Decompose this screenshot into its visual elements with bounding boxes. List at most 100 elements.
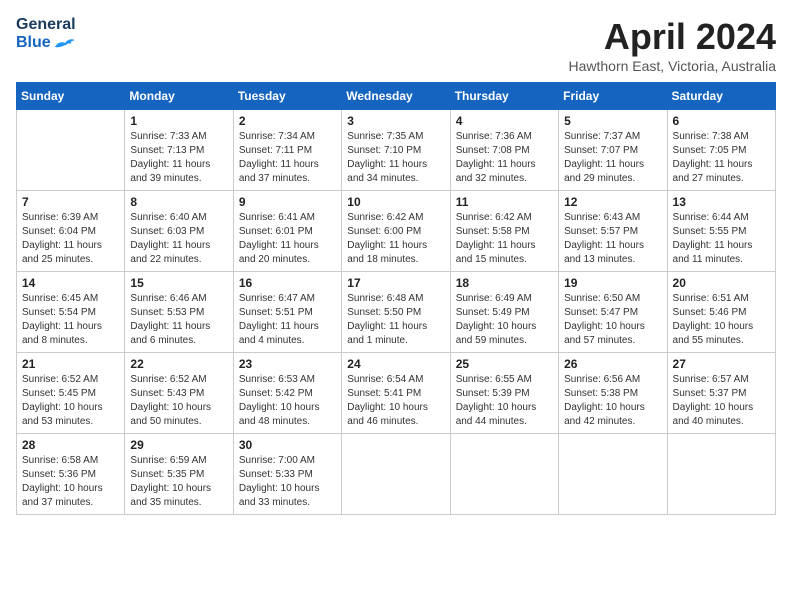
location-text: Hawthorn East, Victoria, Australia <box>568 58 776 74</box>
day-number: 5 <box>564 114 661 128</box>
page-header: General Blue April 2024 Hawthorn East, V… <box>16 16 776 74</box>
day-info: Sunrise: 6:55 AM Sunset: 5:39 PM Dayligh… <box>456 373 553 429</box>
day-number: 11 <box>456 195 553 209</box>
calendar-cell: 21 Sunrise: 6:52 AM Sunset: 5:45 PM Dayli… <box>17 353 125 434</box>
calendar-cell: 30 Sunrise: 7:00 AM Sunset: 5:33 PM Dayli… <box>233 434 341 515</box>
day-info: Sunrise: 7:00 AM Sunset: 5:33 PM Dayligh… <box>239 454 336 510</box>
day-info: Sunrise: 6:42 AM Sunset: 6:00 PM Dayligh… <box>347 211 444 267</box>
calendar-week-3: 14Sunrise: 6:45 AM Sunset: 5:54 PM Dayli… <box>17 272 776 353</box>
day-number: 25 <box>456 357 553 371</box>
day-number: 21 <box>22 357 119 371</box>
day-number: 18 <box>456 276 553 290</box>
calendar-cell: 24 Sunrise: 6:54 AM Sunset: 5:41 PM Dayli… <box>342 353 450 434</box>
calendar-cell: 2 Sunrise: 7:34 AM Sunset: 7:11 PM Daylig… <box>233 110 341 191</box>
day-info: Sunrise: 6:41 AM Sunset: 6:01 PM Dayligh… <box>239 211 336 267</box>
day-number: 1 <box>130 114 227 128</box>
logo-bird-icon <box>53 37 75 51</box>
calendar-cell: 8 Sunrise: 6:40 AM Sunset: 6:03 PM Daylig… <box>125 191 233 272</box>
day-number: 29 <box>130 438 227 452</box>
calendar-cell: 19 Sunrise: 6:50 AM Sunset: 5:47 PM Dayli… <box>559 272 667 353</box>
day-info: Sunrise: 7:33 AM Sunset: 7:13 PM Dayligh… <box>130 130 227 186</box>
day-info: Sunrise: 6:49 AM Sunset: 5:49 PM Dayligh… <box>456 292 553 348</box>
day-info: Sunrise: 6:57 AM Sunset: 5:37 PM Dayligh… <box>673 373 770 429</box>
day-number: 22 <box>130 357 227 371</box>
day-info: Sunrise: 7:35 AM Sunset: 7:10 PM Dayligh… <box>347 130 444 186</box>
day-number: 24 <box>347 357 444 371</box>
day-number: 8 <box>130 195 227 209</box>
day-info: Sunrise: 6:42 AM Sunset: 5:58 PM Dayligh… <box>456 211 553 267</box>
day-number: 6 <box>673 114 770 128</box>
day-info: Sunrise: 6:48 AM Sunset: 5:50 PM Dayligh… <box>347 292 444 348</box>
calendar-cell <box>450 434 558 515</box>
calendar-cell: 1 Sunrise: 7:33 AM Sunset: 7:13 PM Daylig… <box>125 110 233 191</box>
calendar-cell: 25 Sunrise: 6:55 AM Sunset: 5:39 PM Dayli… <box>450 353 558 434</box>
calendar-cell: 29 Sunrise: 6:59 AM Sunset: 5:35 PM Dayli… <box>125 434 233 515</box>
day-number: 19 <box>564 276 661 290</box>
weekday-header-tuesday: Tuesday <box>233 83 341 110</box>
calendar-cell <box>667 434 775 515</box>
calendar-cell: 22 Sunrise: 6:52 AM Sunset: 5:43 PM Dayli… <box>125 353 233 434</box>
day-info: Sunrise: 6:52 AM Sunset: 5:43 PM Dayligh… <box>130 373 227 429</box>
day-info: Sunrise: 6:51 AM Sunset: 5:46 PM Dayligh… <box>673 292 770 348</box>
day-info: Sunrise: 6:59 AM Sunset: 5:35 PM Dayligh… <box>130 454 227 510</box>
day-info: Sunrise: 6:45 AM Sunset: 5:54 PM Dayligh… <box>22 292 119 348</box>
day-info: Sunrise: 6:39 AM Sunset: 6:04 PM Dayligh… <box>22 211 119 267</box>
day-number: 3 <box>347 114 444 128</box>
calendar-table: SundayMondayTuesdayWednesdayThursdayFrid… <box>16 82 776 515</box>
calendar-cell: 13 Sunrise: 6:44 AM Sunset: 5:55 PM Dayli… <box>667 191 775 272</box>
weekday-header-thursday: Thursday <box>450 83 558 110</box>
day-info: Sunrise: 6:44 AM Sunset: 5:55 PM Dayligh… <box>673 211 770 267</box>
calendar-cell: 23Sunrise: 6:53 AM Sunset: 5:42 PM Dayli… <box>233 353 341 434</box>
calendar-cell: 28 Sunrise: 6:58 AM Sunset: 5:36 PM Dayli… <box>17 434 125 515</box>
calendar-cell: 17 Sunrise: 6:48 AM Sunset: 5:50 PM Dayli… <box>342 272 450 353</box>
day-number: 17 <box>347 276 444 290</box>
day-info: Sunrise: 6:52 AM Sunset: 5:45 PM Dayligh… <box>22 373 119 429</box>
calendar-cell: 7 Sunrise: 6:39 AM Sunset: 6:04 PM Daylig… <box>17 191 125 272</box>
day-number: 16 <box>239 276 336 290</box>
weekday-header-wednesday: Wednesday <box>342 83 450 110</box>
calendar-cell: 12 Sunrise: 6:43 AM Sunset: 5:57 PM Dayli… <box>559 191 667 272</box>
calendar-week-5: 28 Sunrise: 6:58 AM Sunset: 5:36 PM Dayli… <box>17 434 776 515</box>
day-number: 7 <box>22 195 119 209</box>
day-number: 26 <box>564 357 661 371</box>
day-info: Sunrise: 7:37 AM Sunset: 7:07 PM Dayligh… <box>564 130 661 186</box>
day-info: Sunrise: 7:34 AM Sunset: 7:11 PM Dayligh… <box>239 130 336 186</box>
day-info: Sunrise: 6:43 AM Sunset: 5:57 PM Dayligh… <box>564 211 661 267</box>
day-info: Sunrise: 6:40 AM Sunset: 6:03 PM Dayligh… <box>130 211 227 267</box>
calendar-cell: 9Sunrise: 6:41 AM Sunset: 6:01 PM Daylig… <box>233 191 341 272</box>
calendar-cell: 11 Sunrise: 6:42 AM Sunset: 5:58 PM Dayli… <box>450 191 558 272</box>
calendar-cell <box>559 434 667 515</box>
day-number: 13 <box>673 195 770 209</box>
logo-text: General Blue <box>16 16 76 52</box>
day-info: Sunrise: 7:36 AM Sunset: 7:08 PM Dayligh… <box>456 130 553 186</box>
day-info: Sunrise: 7:38 AM Sunset: 7:05 PM Dayligh… <box>673 130 770 186</box>
calendar-cell: 18 Sunrise: 6:49 AM Sunset: 5:49 PM Dayli… <box>450 272 558 353</box>
day-info: Sunrise: 6:58 AM Sunset: 5:36 PM Dayligh… <box>22 454 119 510</box>
calendar-cell <box>17 110 125 191</box>
day-number: 12 <box>564 195 661 209</box>
logo-general: General <box>16 16 76 34</box>
day-number: 23 <box>239 357 336 371</box>
calendar-cell: 5 Sunrise: 7:37 AM Sunset: 7:07 PM Daylig… <box>559 110 667 191</box>
day-info: Sunrise: 6:50 AM Sunset: 5:47 PM Dayligh… <box>564 292 661 348</box>
day-info: Sunrise: 6:47 AM Sunset: 5:51 PM Dayligh… <box>239 292 336 348</box>
day-number: 10 <box>347 195 444 209</box>
calendar-cell: 3 Sunrise: 7:35 AM Sunset: 7:10 PM Daylig… <box>342 110 450 191</box>
calendar-week-4: 21 Sunrise: 6:52 AM Sunset: 5:45 PM Dayli… <box>17 353 776 434</box>
day-number: 2 <box>239 114 336 128</box>
day-number: 4 <box>456 114 553 128</box>
calendar-cell: 4 Sunrise: 7:36 AM Sunset: 7:08 PM Daylig… <box>450 110 558 191</box>
weekday-header-sunday: Sunday <box>17 83 125 110</box>
day-number: 28 <box>22 438 119 452</box>
logo-blue: Blue <box>16 34 51 52</box>
month-title: April 2024 <box>568 16 776 58</box>
calendar-cell: 6 Sunrise: 7:38 AM Sunset: 7:05 PM Daylig… <box>667 110 775 191</box>
day-number: 20 <box>673 276 770 290</box>
calendar-week-1: 1 Sunrise: 7:33 AM Sunset: 7:13 PM Daylig… <box>17 110 776 191</box>
day-info: Sunrise: 6:54 AM Sunset: 5:41 PM Dayligh… <box>347 373 444 429</box>
day-number: 30 <box>239 438 336 452</box>
weekday-header-row: SundayMondayTuesdayWednesdayThursdayFrid… <box>17 83 776 110</box>
calendar-cell: 20 Sunrise: 6:51 AM Sunset: 5:46 PM Dayli… <box>667 272 775 353</box>
calendar-cell: 10 Sunrise: 6:42 AM Sunset: 6:00 PM Dayli… <box>342 191 450 272</box>
calendar-cell: 26Sunrise: 6:56 AM Sunset: 5:38 PM Dayli… <box>559 353 667 434</box>
